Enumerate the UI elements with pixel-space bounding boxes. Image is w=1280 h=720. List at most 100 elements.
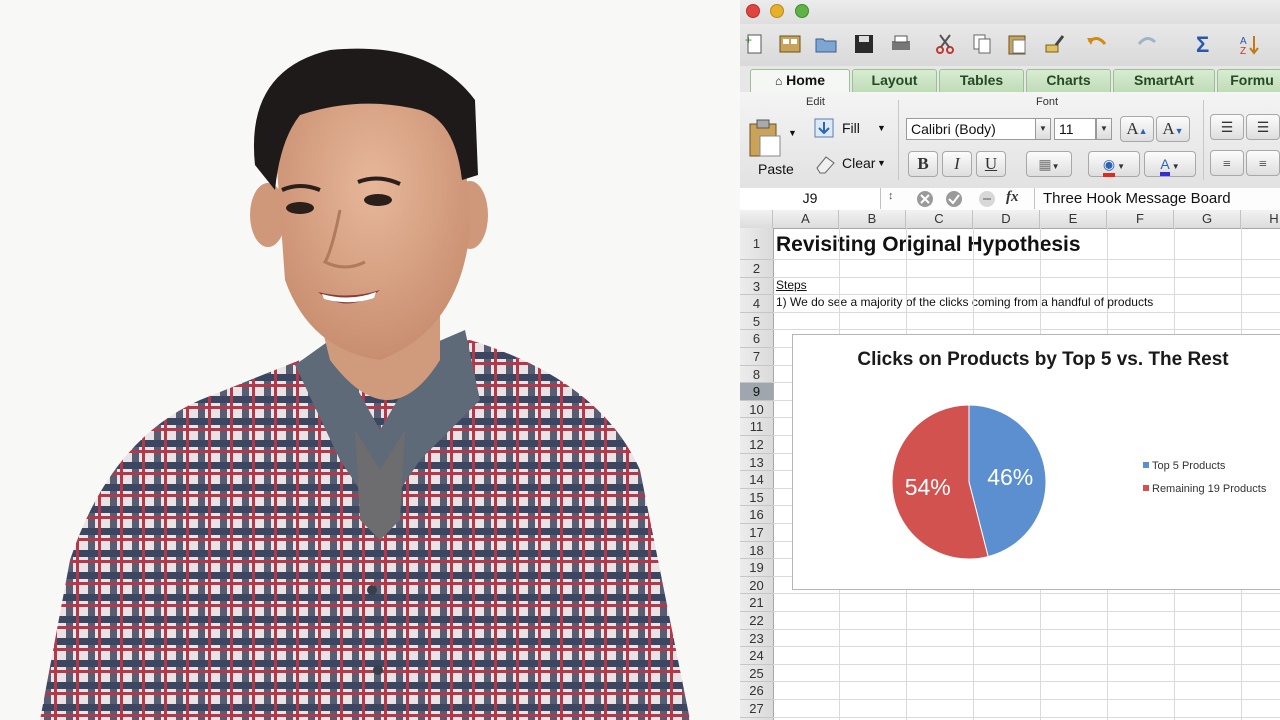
borders-button[interactable]: ▦▼ bbox=[1026, 151, 1072, 177]
formula-builder-icon[interactable] bbox=[978, 190, 996, 208]
tab-charts-label: Charts bbox=[1046, 72, 1091, 88]
zoom-window-button[interactable] bbox=[795, 4, 809, 18]
row-header-7[interactable]: 7 bbox=[740, 348, 773, 366]
row-header-2[interactable]: 2 bbox=[740, 260, 773, 278]
row-header-26[interactable]: 26 bbox=[740, 682, 773, 700]
cut-icon[interactable] bbox=[933, 32, 957, 56]
cell-a1[interactable]: Revisiting Original Hypothesis bbox=[776, 230, 1081, 260]
select-all-corner[interactable] bbox=[740, 210, 773, 228]
row-header-22[interactable]: 22 bbox=[740, 612, 773, 630]
grow-font-button[interactable]: A▲ bbox=[1120, 116, 1154, 142]
row-header-15[interactable]: 15 bbox=[740, 489, 773, 507]
new-icon[interactable]: + bbox=[743, 32, 767, 56]
print-icon[interactable] bbox=[889, 32, 913, 56]
column-header-e[interactable]: E bbox=[1040, 210, 1107, 228]
underline-button[interactable]: U bbox=[976, 151, 1006, 177]
tab-home[interactable]: ⌂ Home bbox=[750, 69, 850, 92]
font-size-field[interactable]: 11 bbox=[1054, 118, 1096, 140]
insert-function-button[interactable]: fx bbox=[1006, 189, 1019, 206]
confirm-formula-icon[interactable] bbox=[945, 190, 963, 208]
row-gridline bbox=[773, 294, 1280, 296]
row-header-27[interactable]: 27 bbox=[740, 700, 773, 718]
row-header-21[interactable]: 21 bbox=[740, 594, 773, 612]
bold-button[interactable]: B bbox=[908, 151, 938, 177]
paste-icon[interactable] bbox=[1005, 32, 1029, 56]
sort-icon[interactable]: AZ bbox=[1238, 32, 1262, 56]
align-left-button[interactable]: ≡ bbox=[1210, 150, 1244, 176]
open-icon[interactable] bbox=[814, 32, 838, 56]
close-window-button[interactable] bbox=[746, 4, 760, 18]
row-header-9[interactable]: 9 bbox=[740, 383, 773, 401]
fill-dropdown-arrow[interactable]: ▼ bbox=[877, 123, 886, 133]
row-header-12[interactable]: 12 bbox=[740, 436, 773, 454]
save-icon[interactable] bbox=[852, 32, 876, 56]
align-center-button[interactable]: ≡ bbox=[1246, 150, 1280, 176]
column-header-g[interactable]: G bbox=[1174, 210, 1241, 228]
fill-down-icon[interactable] bbox=[814, 118, 834, 138]
fill-button[interactable]: Fill bbox=[842, 120, 860, 136]
undo-icon[interactable] bbox=[1085, 32, 1109, 56]
row-header-17[interactable]: 17 bbox=[740, 524, 773, 542]
clear-button[interactable]: Clear bbox=[842, 155, 875, 171]
italic-button[interactable]: I bbox=[942, 151, 972, 177]
cell-a3[interactable]: Steps bbox=[776, 277, 807, 294]
tab-charts[interactable]: Charts bbox=[1026, 69, 1111, 92]
column-header-f[interactable]: F bbox=[1107, 210, 1174, 228]
tab-layout[interactable]: Layout bbox=[852, 69, 937, 92]
shrink-font-button[interactable]: A▼ bbox=[1156, 116, 1190, 142]
row-header-13[interactable]: 13 bbox=[740, 454, 773, 472]
row-header-16[interactable]: 16 bbox=[740, 506, 773, 524]
redo-icon[interactable] bbox=[1135, 32, 1159, 56]
paste-dropdown-arrow[interactable]: ▼ bbox=[788, 128, 797, 138]
minimize-window-button[interactable] bbox=[770, 4, 784, 18]
row-header-8[interactable]: 8 bbox=[740, 366, 773, 384]
font-name-field[interactable]: Calibri (Body) bbox=[906, 118, 1036, 140]
row-header-bar: 1 2 3 4 5 6 7 8 9 10 11 12 13 14 15 16 17 18 19 20 21 22 23 24 2… bbox=[740, 228, 774, 720]
align-left-icon: ≡ bbox=[1223, 157, 1231, 172]
tab-smartart[interactable]: SmartArt bbox=[1113, 69, 1215, 92]
row-header-24[interactable]: 24 bbox=[740, 647, 773, 665]
font-color-button[interactable]: A ▼ bbox=[1144, 151, 1196, 177]
row-header-20[interactable]: 20 bbox=[740, 577, 773, 595]
name-box[interactable]: J9 bbox=[740, 188, 881, 209]
gallery-icon[interactable] bbox=[778, 32, 802, 56]
row-header-23[interactable]: 23 bbox=[740, 630, 773, 648]
cell-a4[interactable]: 1) We do see a majority of the clicks co… bbox=[776, 294, 1153, 311]
format-painter-icon[interactable] bbox=[1042, 32, 1066, 56]
row-header-10[interactable]: 10 bbox=[740, 401, 773, 419]
font-size-dropdown[interactable]: ▼ bbox=[1096, 118, 1112, 140]
row-header-25[interactable]: 25 bbox=[740, 665, 773, 683]
fill-color-button[interactable]: ◉ ▼ bbox=[1088, 151, 1140, 177]
row-header-11[interactable]: 11 bbox=[740, 418, 773, 436]
column-header-h[interactable]: H bbox=[1241, 210, 1280, 228]
row-header-4[interactable]: 4 bbox=[740, 295, 773, 313]
tab-formulas-label: Formu bbox=[1230, 72, 1274, 88]
align-middle-button[interactable]: ☰ bbox=[1246, 114, 1280, 140]
pie-chart[interactable]: Clicks on Products by Top 5 vs. The Rest… bbox=[792, 334, 1280, 590]
row-header-18[interactable]: 18 bbox=[740, 542, 773, 560]
font-name-dropdown[interactable]: ▼ bbox=[1035, 118, 1051, 140]
formula-input[interactable]: Three Hook Message Board bbox=[1034, 188, 1280, 209]
borders-icon: ▦ bbox=[1038, 158, 1052, 173]
tab-tables[interactable]: Tables bbox=[939, 69, 1024, 92]
column-header-c[interactable]: C bbox=[906, 210, 973, 228]
row-header-19[interactable]: 19 bbox=[740, 559, 773, 577]
paste-icon[interactable] bbox=[748, 118, 782, 158]
column-header-b[interactable]: B bbox=[839, 210, 906, 228]
row-gridline bbox=[773, 593, 1280, 595]
autosum-icon[interactable]: Σ bbox=[1192, 32, 1216, 56]
row-header-5[interactable]: 5 bbox=[740, 313, 773, 331]
row-header-3[interactable]: 3 bbox=[740, 278, 773, 296]
copy-icon[interactable] bbox=[970, 32, 994, 56]
eraser-icon[interactable] bbox=[814, 154, 836, 174]
column-header-d[interactable]: D bbox=[973, 210, 1040, 228]
cancel-formula-icon[interactable] bbox=[916, 190, 934, 208]
row-header-1[interactable]: 1 bbox=[740, 228, 773, 260]
align-top-button[interactable]: ☰ bbox=[1210, 114, 1244, 140]
tab-formulas[interactable]: Formu bbox=[1217, 69, 1280, 92]
name-box-stepper[interactable]: ↕ bbox=[888, 190, 894, 202]
column-header-a[interactable]: A bbox=[773, 210, 839, 228]
row-header-14[interactable]: 14 bbox=[740, 471, 773, 489]
clear-dropdown-arrow[interactable]: ▼ bbox=[877, 158, 886, 168]
row-header-6[interactable]: 6 bbox=[740, 330, 773, 348]
